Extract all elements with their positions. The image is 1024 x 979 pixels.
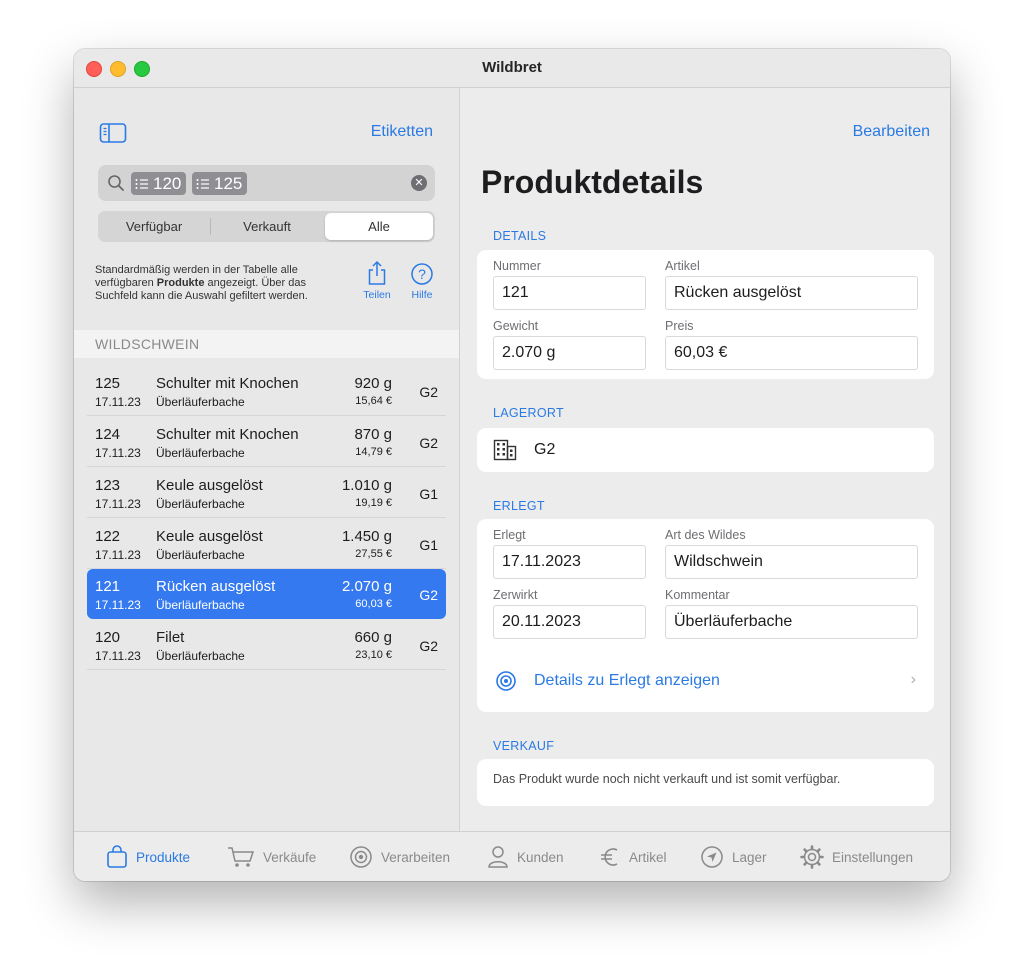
- tab-bar: Produkte Verkäufe Verarbeiten Kunden Art…: [74, 831, 950, 881]
- sale-card: Das Produkt wurde noch nicht verkauft un…: [477, 759, 934, 806]
- window-title: Wildbret: [482, 59, 542, 76]
- number-label: Nummer: [493, 259, 541, 273]
- gear-icon: [800, 845, 824, 869]
- storage-value: G2: [534, 441, 556, 458]
- chevron-right-icon: ›: [910, 671, 916, 688]
- euro-icon: [601, 848, 618, 866]
- search-field[interactable]: 120 125 ✕: [98, 165, 435, 201]
- tab-storage[interactable]: Lager: [700, 832, 767, 881]
- product-row[interactable]: 120 17.11.23 Filet Überläuferbache 660 g…: [87, 620, 446, 670]
- article-field[interactable]: Rücken ausgelöst: [665, 276, 918, 310]
- person-icon: [488, 846, 508, 868]
- clear-search-icon[interactable]: ✕: [411, 175, 427, 191]
- weight-field[interactable]: 2.070 g: [493, 336, 646, 370]
- target-icon: [350, 846, 372, 868]
- sale-section-label: VERKAUF: [493, 739, 555, 753]
- building-icon: [493, 439, 517, 461]
- game-type-field[interactable]: Wildschwein: [665, 545, 918, 579]
- tab-settings[interactable]: Einstellungen: [800, 832, 913, 881]
- info-text: Standardmäßig werden in der Tabelle alle…: [95, 264, 308, 302]
- location-icon: [701, 846, 723, 868]
- product-row[interactable]: 123 17.11.23 Keule ausgelöst Überläuferb…: [87, 468, 446, 518]
- sidebar-toggle-icon[interactable]: [99, 122, 127, 144]
- list-icon: [135, 178, 148, 189]
- edit-button[interactable]: Bearbeiten: [853, 123, 930, 141]
- labels-button[interactable]: Etiketten: [371, 123, 433, 141]
- search-token[interactable]: 120: [131, 172, 187, 195]
- processed-label: Zerwirkt: [493, 588, 538, 602]
- processed-date-field[interactable]: 20.11.2023: [493, 605, 646, 639]
- article-label: Artikel: [665, 259, 700, 273]
- filter-sold[interactable]: Verkauft: [211, 213, 323, 240]
- svg-text:?: ?: [418, 266, 426, 282]
- storage-section-label: LAGERORT: [493, 406, 564, 420]
- section-header: WILDSCHWEIN: [74, 330, 459, 358]
- tab-articles[interactable]: Artikel: [599, 832, 667, 881]
- search-icon: [108, 175, 124, 191]
- app-window: Wildbret Etiketten 120 125 ✕ Verfügbar V…: [74, 49, 950, 881]
- number-field[interactable]: 121: [493, 276, 646, 310]
- storage-card: G2: [477, 428, 934, 472]
- search-token[interactable]: 125: [192, 172, 248, 195]
- hunted-date-field[interactable]: 17.11.2023: [493, 545, 646, 579]
- page-title: Produktdetails: [481, 164, 704, 200]
- product-row[interactable]: 124 17.11.23 Schulter mit Knochen Überlä…: [87, 417, 446, 467]
- product-row-selected[interactable]: 121 17.11.23 Rücken ausgelöst Überläufer…: [87, 569, 446, 619]
- filter-available[interactable]: Verfügbar: [100, 213, 208, 240]
- hunted-section-label: ERLEGT: [493, 499, 545, 513]
- hunted-card: Erlegt 17.11.2023 Art des Wildes Wildsch…: [477, 519, 934, 712]
- help-button[interactable]: ? Hilfe: [402, 262, 442, 301]
- filter-all[interactable]: Alle: [325, 213, 433, 240]
- game-type-label: Art des Wildes: [665, 528, 746, 542]
- hunted-label: Erlegt: [493, 528, 526, 542]
- hunted-details-link[interactable]: Details zu Erlegt anzeigen ›: [477, 661, 934, 701]
- list-icon: [196, 178, 209, 189]
- cart-icon: [228, 847, 255, 867]
- share-button[interactable]: Teilen: [357, 260, 397, 301]
- price-label: Preis: [665, 319, 694, 333]
- bag-icon: [107, 845, 127, 868]
- product-row[interactable]: 122 17.11.23 Keule ausgelöst Überläuferb…: [87, 519, 446, 569]
- hunted-details-link-label: Details zu Erlegt anzeigen: [534, 672, 720, 689]
- detail-pane: Bearbeiten Produktdetails DETAILS Nummer…: [460, 88, 950, 831]
- price-field[interactable]: 60,03 €: [665, 336, 918, 370]
- product-row[interactable]: 125 17.11.23 Schulter mit Knochen Überlä…: [87, 366, 446, 416]
- tab-customers[interactable]: Kunden: [487, 832, 564, 881]
- search-token-label: 125: [214, 174, 243, 193]
- search-token-label: 120: [153, 174, 182, 193]
- comment-label: Kommentar: [665, 588, 730, 602]
- tab-sales[interactable]: Verkäufe: [227, 832, 316, 881]
- sidebar: Etiketten 120 125 ✕ Verfügbar Verkauft A…: [74, 88, 460, 831]
- title-bar: Wildbret: [74, 49, 950, 88]
- details-card: Nummer 121 Artikel Rücken ausgelöst Gewi…: [477, 250, 934, 379]
- filter-segmented-control: Verfügbar Verkauft Alle: [98, 211, 435, 242]
- sale-note: Das Produkt wurde noch nicht verkauft un…: [493, 772, 841, 786]
- tab-process[interactable]: Verarbeiten: [349, 832, 450, 881]
- weight-label: Gewicht: [493, 319, 539, 333]
- share-icon: [368, 260, 386, 285]
- details-section-label: DETAILS: [493, 229, 547, 243]
- comment-field[interactable]: Überläuferbache: [665, 605, 918, 639]
- tab-products[interactable]: Produkte: [106, 832, 190, 881]
- target-icon: [496, 671, 516, 691]
- help-icon: ?: [411, 263, 433, 285]
